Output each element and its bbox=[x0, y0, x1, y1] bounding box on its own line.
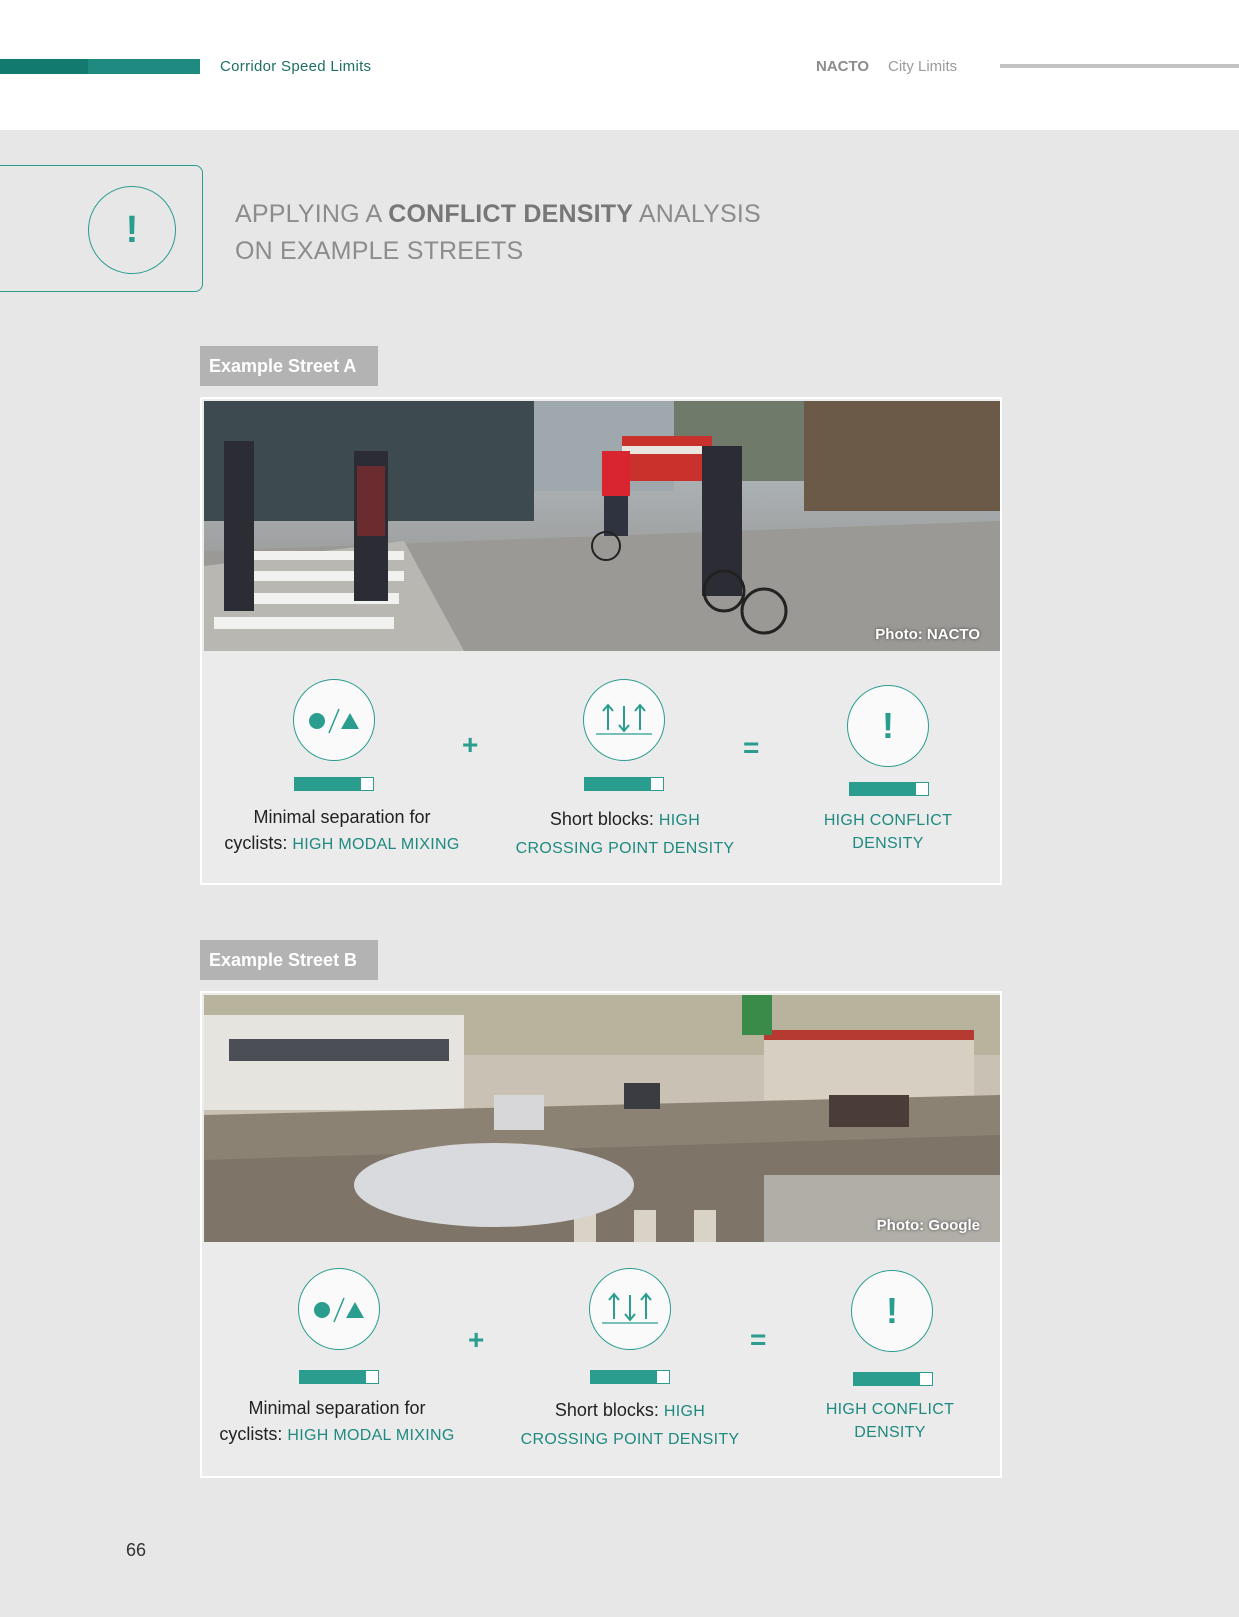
street-a-photo: Photo: NACTO bbox=[204, 401, 1000, 651]
modal-mixing-icon bbox=[293, 679, 375, 761]
conflict-density-caption: HIGH CONFLICT DENSITY bbox=[825, 1401, 955, 1441]
equals-sign: = bbox=[743, 732, 760, 763]
crossing-density-meter bbox=[590, 1370, 670, 1384]
modal-mixing-caption: Minimal separation for cyclists: HIGH MOD… bbox=[219, 1398, 455, 1444]
street-b-photo: Photo: Google bbox=[204, 995, 1000, 1242]
plus-sign: + bbox=[468, 1324, 485, 1355]
street-b-label: Example Street B bbox=[200, 940, 378, 980]
header-accent-bar bbox=[0, 59, 200, 74]
section-title: Corridor Speed Limits bbox=[220, 58, 372, 75]
book-title: City Limits bbox=[888, 58, 958, 75]
plus-sign: + bbox=[462, 729, 479, 760]
page-header: Corridor Speed Limits NACTO City Limits bbox=[0, 0, 1239, 130]
crossing-arrows-icon bbox=[589, 1268, 671, 1350]
modal-mixing-icon bbox=[298, 1268, 380, 1350]
photo-credit: Photo: Google bbox=[876, 1217, 980, 1234]
page-number: 66 bbox=[126, 1540, 147, 1560]
header-rule bbox=[1000, 64, 1239, 68]
conflict-density-meter bbox=[853, 1372, 933, 1386]
exclamation-icon: ! bbox=[851, 1270, 933, 1352]
modal-mixing-meter bbox=[294, 777, 374, 791]
crossing-arrows-icon bbox=[583, 679, 665, 761]
brand-name: NACTO bbox=[816, 58, 870, 75]
modal-mixing-caption: Minimal separation for cyclists: HIGH MOD… bbox=[224, 807, 460, 853]
equals-sign: = bbox=[750, 1324, 767, 1355]
conflict-density-caption: HIGH CONFLICT DENSITY bbox=[823, 812, 953, 852]
conflict-density-meter bbox=[849, 782, 929, 796]
crossing-density-caption: Short blocks: HIGH CROSSING POINT DENSITY bbox=[520, 1400, 740, 1448]
exclamation-icon: ! bbox=[88, 186, 176, 274]
crossing-density-meter bbox=[584, 777, 664, 791]
exclamation-icon: ! bbox=[847, 685, 929, 767]
callout-heading: APPLYING A CONFLICT DENSITY ANALYSIS ON … bbox=[235, 200, 761, 265]
street-b-card: Photo: Google Minimal separation for cycl… bbox=[200, 991, 1002, 1478]
street-a-card: Photo: NACTO Minimal separation for cycli… bbox=[200, 397, 1002, 885]
modal-mixing-meter bbox=[299, 1370, 379, 1384]
photo-credit: Photo: NACTO bbox=[875, 626, 980, 643]
crossing-density-caption: Short blocks: HIGH CROSSING POINT DENSITY bbox=[515, 809, 735, 857]
street-a-label: Example Street A bbox=[200, 346, 378, 386]
